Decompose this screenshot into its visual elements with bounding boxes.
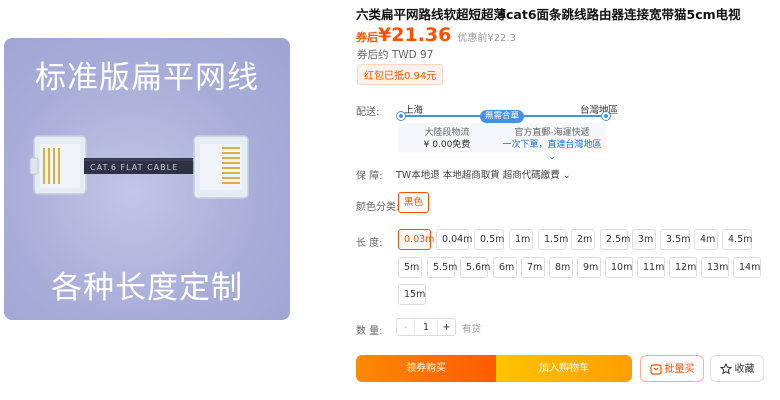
bulk-buy-label: 批量买	[664, 364, 695, 375]
ship-to: 台灣地區	[580, 105, 619, 116]
length-option[interactable]: 8m	[549, 257, 573, 278]
length-option[interactable]: 0.04m	[436, 229, 472, 250]
length-option[interactable]: 0.03m	[398, 229, 434, 250]
favorite-label: 收藏	[734, 364, 755, 375]
favorite-button[interactable]: 收藏	[710, 355, 764, 382]
length-option[interactable]: 12m	[669, 257, 697, 278]
length-option[interactable]: 0.5m	[474, 229, 504, 250]
length-option[interactable]: 13m	[701, 257, 729, 278]
length-option[interactable]: 2.5m	[600, 229, 630, 250]
stock-status: 有货	[462, 324, 482, 335]
route-start-dot	[397, 112, 405, 120]
length-option[interactable]: 2m	[571, 229, 595, 250]
length-option[interactable]: 15m	[398, 284, 426, 305]
image-panel: 标准版扁平网线 CAT.6 FLAT CABLE 各种长度定制	[0, 0, 330, 400]
price-value: ¥21.36	[378, 24, 452, 46]
length-option[interactable]: 1m	[509, 229, 533, 250]
quantity-input[interactable]: 1	[415, 319, 437, 335]
guarantee-text[interactable]: TW本地退 本地超商取貨 超商代碼繳費 ⌄	[396, 167, 571, 181]
buy-with-coupon-button[interactable]: 领券购买	[356, 355, 496, 382]
quantity-minus-button[interactable]: -	[397, 319, 415, 335]
product-photo[interactable]: 标准版扁平网线 CAT.6 FLAT CABLE 各种长度定制	[4, 38, 290, 320]
length-option[interactable]: 7m	[521, 257, 545, 278]
original-price: 优惠前¥22.3	[457, 33, 516, 44]
flat-cable-image: CAT.6 FLAT CABLE	[29, 135, 249, 199]
product-page: 标准版扁平网线 CAT.6 FLAT CABLE 各种长度定制 六类扁平网路线软…	[0, 0, 780, 400]
color-option-black[interactable]: 黑色	[398, 192, 430, 213]
shipping-label: 配送:	[356, 107, 380, 118]
no-merge-badge: 無需合單	[480, 110, 525, 123]
cart-icon	[649, 364, 662, 375]
mainland-logistics: 大陸段物流 ¥ 0.00免费	[398, 127, 496, 151]
quantity-plus-button[interactable]: +	[437, 319, 455, 335]
price-row: 券后 ¥21.36 优惠前¥22.3	[356, 24, 516, 46]
photo-title-text: 标准版扁平网线	[35, 60, 259, 96]
product-title: 六类扁平网路线软超短超薄cat6面条跳线路由器连接宽带猫5cm电视	[356, 7, 741, 22]
length-option[interactable]: 4.5m	[722, 229, 752, 250]
photo-subtitle-text: 各种长度定制	[51, 270, 243, 306]
quantity-stepper: - 1 +	[396, 318, 456, 336]
star-icon	[719, 363, 732, 375]
length-option[interactable]: 3m	[632, 229, 656, 250]
length-option[interactable]: 5.5m	[427, 257, 457, 278]
price-tag: 券后	[356, 31, 378, 44]
add-to-cart-button[interactable]: 加入购物车	[496, 355, 632, 382]
length-option[interactable]: 3.5m	[660, 229, 690, 250]
direct-shipping-link[interactable]: 一次下單，直達台灣地區 ⌄	[498, 139, 606, 163]
mainland-logistics-fee: ¥ 0.00免费	[423, 140, 471, 150]
length-option[interactable]: 9m	[577, 257, 601, 278]
length-option[interactable]: 5m	[398, 257, 422, 278]
quantity-label: 数 量:	[356, 326, 383, 337]
twd-price: 券后约 TWD 97	[357, 49, 434, 61]
cable-print-text: CAT.6 FLAT CABLE	[90, 163, 178, 172]
length-option[interactable]: 5.6m	[460, 257, 490, 278]
length-option[interactable]: 14m	[733, 257, 761, 278]
color-label: 颜色分类:	[356, 202, 400, 213]
mainland-logistics-title: 大陸段物流	[424, 128, 470, 138]
route-end-dot	[602, 112, 610, 120]
red-packet-badge[interactable]: 红包已抵0.94元	[357, 64, 444, 85]
length-option[interactable]: 10m	[605, 257, 633, 278]
direct-shipping-title: 官方直郵-海運快遞	[514, 128, 590, 138]
length-option[interactable]: 6m	[493, 257, 517, 278]
length-option[interactable]: 11m	[637, 257, 665, 278]
shipping-box: 大陸段物流 ¥ 0.00免费 官方直郵-海運快遞 一次下單，直達台灣地區 ⌄	[398, 123, 606, 162]
bulk-buy-button[interactable]: 批量买	[640, 355, 704, 382]
direct-shipping[interactable]: 官方直郵-海運快遞 一次下單，直達台灣地區 ⌄	[498, 127, 606, 163]
length-option[interactable]: 1.5m	[538, 229, 568, 250]
ship-from: 上海	[404, 105, 424, 116]
length-label: 长 度:	[356, 238, 383, 249]
length-option[interactable]: 4m	[694, 229, 718, 250]
guarantee-label: 保 障:	[356, 171, 383, 182]
